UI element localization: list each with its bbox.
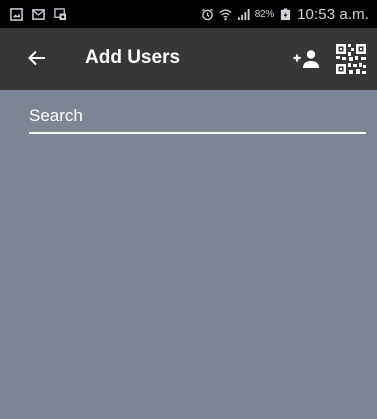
wifi-icon <box>219 8 232 20</box>
arrow-back-icon <box>28 50 45 66</box>
status-bar: 82% 10:53 a.m. <box>0 0 377 28</box>
battery-percent: 82% <box>254 8 275 20</box>
add-user-button[interactable] <box>291 46 323 72</box>
scan-qr-button[interactable] <box>335 43 367 75</box>
person-add-icon <box>293 50 319 68</box>
screenshot-notification-icon <box>54 7 67 20</box>
page-title: Add Users <box>85 47 181 68</box>
search-input[interactable] <box>29 104 366 128</box>
system-status: 82% 10:53 a.m. <box>201 6 377 23</box>
notification-icons <box>0 7 67 21</box>
app-bar: Add Users <box>0 28 377 90</box>
search-field[interactable] <box>29 104 366 134</box>
mail-notification-icon <box>32 8 45 20</box>
image-notification-icon <box>10 7 23 21</box>
status-time: 10:53 a.m. <box>297 5 369 23</box>
qr-code-icon <box>335 43 367 75</box>
alarm-icon <box>201 8 213 20</box>
battery-icon <box>280 7 291 20</box>
back-button[interactable] <box>22 43 52 73</box>
signal-icon <box>237 8 250 20</box>
